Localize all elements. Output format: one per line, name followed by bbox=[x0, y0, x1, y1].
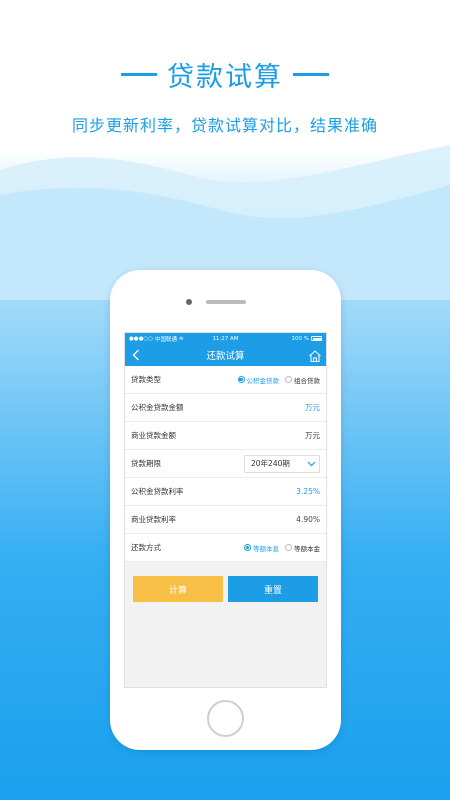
back-button[interactable] bbox=[130, 348, 142, 362]
nav-bar: 还款试算 bbox=[125, 344, 326, 366]
radio-fund-loan-label: 公积金贷款 bbox=[246, 376, 280, 385]
loan-form: 贷款类型 公积金贷款 组合贷款 公积金贷款金额 万元 商业贷款金额 万元 贷款期… bbox=[125, 366, 326, 562]
radio-combined-loan-label: 组合贷款 bbox=[294, 376, 320, 385]
home-button[interactable] bbox=[308, 348, 322, 362]
reset-button[interactable]: 重置 bbox=[228, 576, 318, 602]
commercial-amount-label: 商业贷款金额 bbox=[131, 431, 176, 440]
promo-title: 贷款试算 bbox=[167, 62, 283, 93]
radio-equal-installment[interactable]: 等额本息 bbox=[244, 543, 279, 553]
row-commercial-amount[interactable]: 商业贷款金额 万元 bbox=[125, 422, 326, 450]
fund-rate-value: 3.25% bbox=[296, 487, 320, 496]
status-time: 11:27 AM bbox=[212, 335, 239, 342]
row-loan-term: 贷款期限 20年240期 bbox=[125, 450, 326, 478]
radio-checked-icon bbox=[244, 544, 251, 551]
promo-header: 贷款试算 同步更新利率，贷款试算对比，结果准确 bbox=[0, 55, 450, 136]
commercial-rate-value: 4.90% bbox=[296, 515, 320, 524]
loan-type-options: 公积金贷款 组合贷款 bbox=[237, 375, 320, 385]
title-dash-left bbox=[121, 73, 157, 76]
radio-checked-icon bbox=[237, 376, 245, 383]
chevron-left-icon bbox=[132, 349, 139, 361]
fund-rate-label: 公积金贷款利率 bbox=[131, 487, 184, 496]
radio-equal-principal-label: 等额本金 bbox=[294, 544, 320, 553]
radio-equal-installment-label: 等额本息 bbox=[253, 544, 279, 553]
commercial-rate-label: 商业贷款利率 bbox=[131, 515, 176, 524]
loan-term-value: 20年240期 bbox=[251, 459, 290, 468]
nav-title: 还款试算 bbox=[206, 351, 245, 362]
phone-screen: ●●●○○ 中国联通 ≋ 11:27 AM 100 % 还款试算 贷款类型 公积… bbox=[124, 332, 327, 688]
radio-combined-loan[interactable]: 组合贷款 bbox=[285, 375, 320, 385]
repayment-method-options: 等额本息 等额本金 bbox=[244, 543, 320, 553]
row-loan-type: 贷款类型 公积金贷款 组合贷款 bbox=[125, 366, 326, 394]
row-fund-amount[interactable]: 公积金贷款金额 万元 bbox=[125, 394, 326, 422]
fund-amount-unit: 万元 bbox=[305, 403, 320, 412]
status-bar: ●●●○○ 中国联通 ≋ 11:27 AM 100 % bbox=[125, 333, 326, 344]
row-commercial-rate[interactable]: 商业贷款利率 4.90% bbox=[125, 506, 326, 534]
home-icon bbox=[309, 350, 321, 362]
loan-term-label: 贷款期限 bbox=[131, 459, 161, 468]
phone-frame: ●●●○○ 中国联通 ≋ 11:27 AM 100 % 还款试算 贷款类型 公积… bbox=[110, 270, 341, 750]
fund-amount-label: 公积金贷款金额 bbox=[131, 403, 184, 412]
promo-subtitle: 同步更新利率，贷款试算对比，结果准确 bbox=[71, 116, 378, 135]
chevron-down-icon bbox=[303, 456, 319, 472]
radio-equal-principal[interactable]: 等额本金 bbox=[285, 543, 320, 553]
radio-unchecked-icon bbox=[285, 544, 292, 551]
repayment-method-label: 还款方式 bbox=[131, 543, 161, 552]
commercial-amount-unit: 万元 bbox=[305, 431, 320, 440]
battery-icon bbox=[311, 336, 322, 341]
row-fund-rate[interactable]: 公积金贷款利率 3.25% bbox=[125, 478, 326, 506]
row-repayment-method: 还款方式 等额本息 等额本金 bbox=[125, 534, 326, 562]
calculate-button[interactable]: 计算 bbox=[133, 576, 223, 602]
radio-fund-loan[interactable]: 公积金贷款 bbox=[237, 375, 280, 385]
phone-home-button bbox=[207, 700, 244, 737]
speaker bbox=[206, 300, 246, 304]
action-buttons: 计算 重置 bbox=[125, 562, 326, 602]
title-dash-right bbox=[293, 73, 329, 76]
camera bbox=[186, 299, 192, 305]
loan-term-select[interactable]: 20年240期 bbox=[244, 454, 320, 473]
radio-unchecked-icon bbox=[285, 376, 292, 383]
loan-type-label: 贷款类型 bbox=[131, 375, 161, 384]
